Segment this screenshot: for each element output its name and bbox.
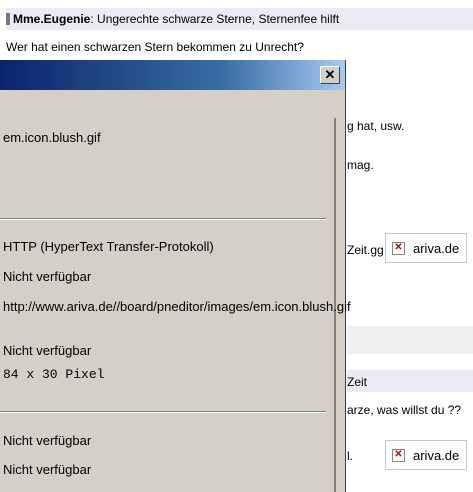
close-icon[interactable]: ✕ xyxy=(320,66,340,84)
property-dimensions: 84 x 30 Pixel xyxy=(3,367,105,382)
post-separator xyxy=(347,326,473,354)
broken-image-placeholder[interactable]: ✕ ariva.de xyxy=(385,440,467,470)
property-size: Nicht verfügbar xyxy=(3,343,92,358)
text-fragment: Zeit.gg xyxy=(347,243,384,257)
dialog-titlebar[interactable]: ✕ xyxy=(0,60,345,90)
post-author[interactable]: Mme.Eugenie xyxy=(13,12,90,26)
post-title: : Ungerechte schwarze Sterne, Sternenfee… xyxy=(90,12,340,26)
post-marker xyxy=(6,13,10,25)
text-fragment: mag. xyxy=(347,158,374,172)
image-alt-text: ariva.de xyxy=(413,240,460,256)
image-alt-text: ariva.de xyxy=(413,447,460,463)
post-header: Mme.Eugenie : Ungerechte schwarze Sterne… xyxy=(6,8,473,30)
broken-image-icon: ✕ xyxy=(392,448,405,462)
text-fragment: g hat, usw. xyxy=(347,119,405,133)
divider xyxy=(0,218,326,220)
property-modified: Nicht verfügbar xyxy=(3,462,92,477)
property-address[interactable]: http://www.ariva.de//board/pneditor/imag… xyxy=(3,298,351,315)
text-fragment: arze, was willst du ?? xyxy=(347,403,462,417)
text-fragment: Zeit xyxy=(347,375,368,389)
property-protocol: HTTP (HyperText Transfer-Protokoll) xyxy=(3,239,214,254)
broken-image-icon: ✕ xyxy=(392,241,405,255)
divider xyxy=(0,411,326,413)
property-filename: em.icon.blush.gif xyxy=(3,130,101,145)
post-question: Wer hat einen schwarzen Stern bekommen z… xyxy=(6,40,304,54)
properties-panel: em.icon.blush.gif HTTP (HyperText Transf… xyxy=(0,118,351,492)
image-properties-dialog: ✕ em.icon.blush.gif HTTP (HyperText Tran… xyxy=(0,60,351,492)
property-created: Nicht verfügbar xyxy=(3,433,92,448)
text-fragment: l. xyxy=(347,449,353,463)
broken-image-placeholder[interactable]: ✕ ariva.de xyxy=(385,233,467,263)
property-type: Nicht verfügbar xyxy=(3,269,92,284)
